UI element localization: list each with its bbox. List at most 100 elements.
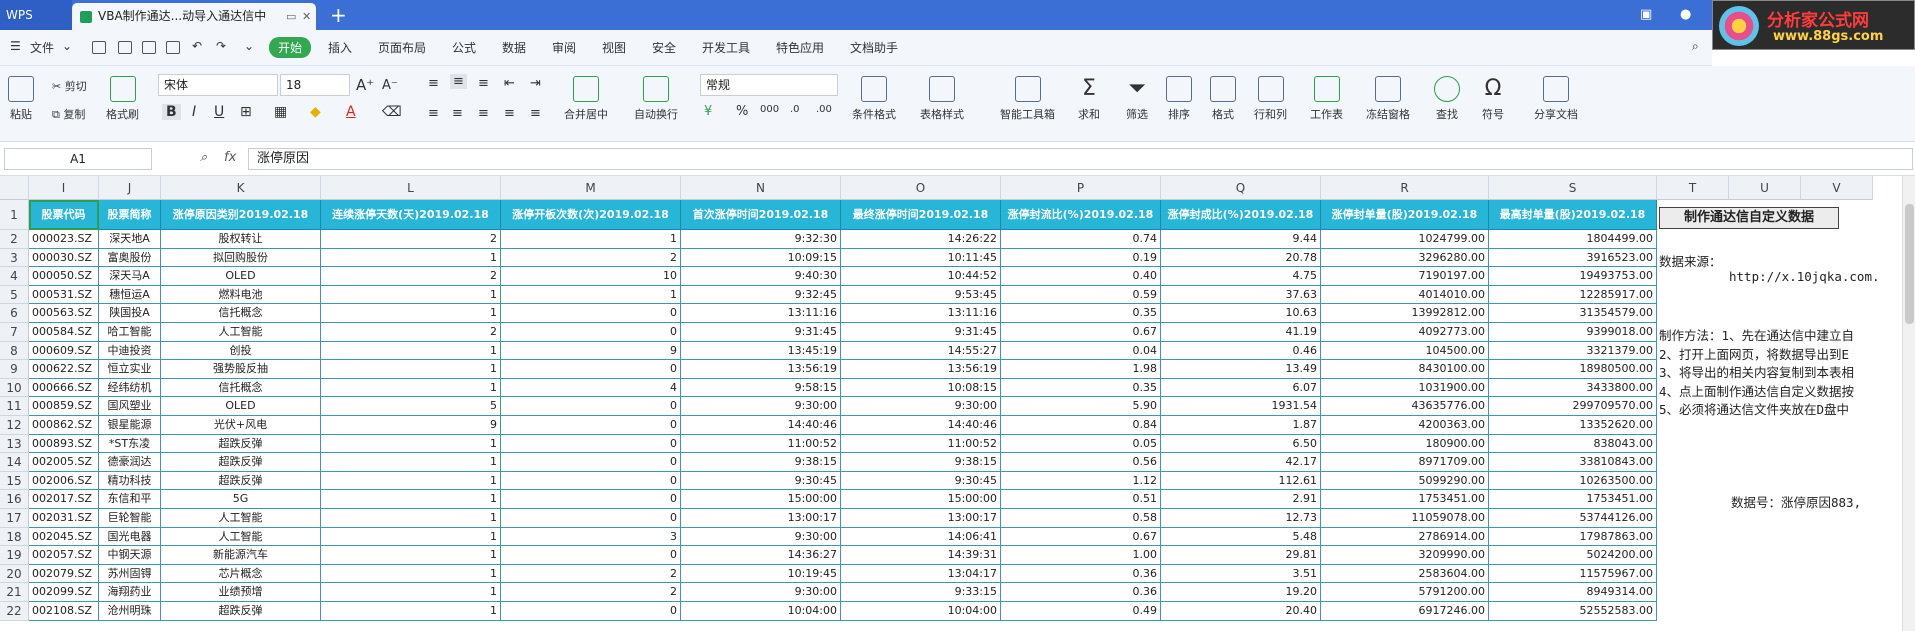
table-cell[interactable]: 4092773.00	[1321, 323, 1489, 342]
bold-button[interactable]: B	[162, 104, 181, 120]
align-right-icon[interactable]: ≡	[478, 106, 489, 121]
table-cell[interactable]: 1	[321, 453, 501, 472]
table-cell[interactable]: 10263500.00	[1489, 471, 1657, 491]
table-cell[interactable]: 0.19	[1001, 248, 1161, 268]
table-cell[interactable]: 1.12	[1001, 471, 1161, 491]
table-cell[interactable]: 13:45:19	[681, 341, 841, 361]
cell-style-icon[interactable]: ▦	[274, 104, 287, 120]
table-cell[interactable]: 深天马A	[99, 267, 161, 286]
table-cell[interactable]: 41.19	[1161, 323, 1321, 342]
fx-icon[interactable]: fx	[224, 150, 236, 165]
table-cell[interactable]: 东信和平	[99, 490, 161, 509]
table-cell[interactable]: 0.51	[1001, 490, 1161, 509]
table-cell[interactable]: 31354579.00	[1489, 304, 1657, 323]
table-cell[interactable]: 002057.SZ	[29, 546, 99, 565]
table-cell[interactable]: 000862.SZ	[29, 416, 99, 435]
table-cell[interactable]: 9:30:45	[681, 471, 841, 491]
table-cell[interactable]: 0.36	[1001, 583, 1161, 602]
table-cell[interactable]: 9:38:15	[841, 453, 1001, 472]
table-cell[interactable]: 9	[321, 416, 501, 435]
row-col-button[interactable]: 行和列	[1254, 76, 1287, 122]
smart-toolbox-button[interactable]: 智能工具箱	[1000, 76, 1055, 122]
table-cell[interactable]: 180900.00	[1321, 434, 1489, 454]
save-icon[interactable]	[92, 41, 106, 54]
row-header[interactable]: 21	[0, 583, 29, 602]
column-header-n[interactable]: N	[681, 176, 841, 200]
scrollbar-thumb[interactable]	[1905, 204, 1914, 324]
italic-button[interactable]: I	[192, 104, 196, 120]
table-cell[interactable]: 0	[501, 471, 681, 491]
table-cell[interactable]: 2	[321, 230, 501, 249]
table-cell[interactable]: 9:30:00	[681, 583, 841, 602]
freeze-panes-button[interactable]: 冻结窗格	[1366, 76, 1410, 122]
row-header[interactable]: 17	[0, 509, 29, 528]
menu-tab-data[interactable]: 数据	[502, 39, 526, 56]
align-left-icon[interactable]: ≡	[428, 106, 439, 121]
document-tab[interactable]: VBA制作通达...动导入通达信中 ▭ ✕	[72, 3, 316, 30]
table-cell[interactable]: 10.63	[1161, 304, 1321, 323]
table-cell[interactable]: 9399018.00	[1489, 323, 1657, 342]
table-cell[interactable]: 14:06:41	[841, 527, 1001, 547]
table-cell[interactable]: 1	[501, 285, 681, 305]
table-cell[interactable]: 12.73	[1161, 509, 1321, 528]
table-cell[interactable]: 000584.SZ	[29, 323, 99, 342]
vertical-scrollbar[interactable]	[1902, 176, 1915, 631]
table-cell[interactable]: 002031.SZ	[29, 509, 99, 528]
table-cell[interactable]: 5099290.00	[1321, 471, 1489, 491]
table-cell[interactable]: 002079.SZ	[29, 564, 99, 584]
table-cell[interactable]: 14:40:46	[841, 416, 1001, 435]
formula-input[interactable]: 涨停原因	[248, 148, 1913, 170]
table-cell[interactable]: 7190197.00	[1321, 267, 1489, 286]
table-cell[interactable]: 9:31:45	[681, 323, 841, 342]
table-cell[interactable]: 29.81	[1161, 546, 1321, 565]
table-cell[interactable]: 838043.00	[1489, 434, 1657, 454]
table-cell[interactable]: 000666.SZ	[29, 378, 99, 398]
make-tdx-custom-data-button[interactable]: 制作通达信自定义数据	[1659, 207, 1839, 229]
table-cell[interactable]: 13992812.00	[1321, 304, 1489, 323]
table-cell[interactable]: 1.00	[1001, 546, 1161, 565]
table-header-cell[interactable]: 涨停开板次数(次)2019.02.18	[501, 200, 681, 230]
worksheet-button[interactable]: 工作表	[1310, 76, 1343, 122]
table-header-cell[interactable]: 股票代码	[29, 200, 99, 230]
table-cell[interactable]: 1753451.00	[1321, 490, 1489, 509]
row-header[interactable]: 3	[0, 248, 29, 268]
table-header-cell[interactable]: 涨停封成比(%)2019.02.18	[1161, 200, 1321, 230]
table-cell[interactable]: 000023.SZ	[29, 230, 99, 249]
format-painter-button[interactable]: 格式刷	[106, 76, 139, 122]
auto-wrap-button[interactable]: 自动换行	[634, 76, 678, 122]
table-cell[interactable]: 4.75	[1161, 267, 1321, 286]
table-cell[interactable]: 11:00:52	[681, 434, 841, 454]
row-header[interactable]: 6	[0, 304, 29, 323]
table-cell[interactable]: 10:44:52	[841, 267, 1001, 286]
table-cell[interactable]: 10	[501, 267, 681, 286]
table-cell[interactable]: 2	[321, 267, 501, 286]
table-cell[interactable]: 17987863.00	[1489, 527, 1657, 547]
column-header-t[interactable]: T	[1657, 176, 1729, 200]
menu-tab-insert[interactable]: 插入	[328, 39, 352, 56]
table-cell[interactable]: 19493753.00	[1489, 267, 1657, 286]
table-cell[interactable]: 2.91	[1161, 490, 1321, 509]
table-cell[interactable]: 6917246.00	[1321, 602, 1489, 621]
table-cell[interactable]: 0.36	[1001, 564, 1161, 584]
table-cell[interactable]: 信托概念	[161, 304, 321, 323]
row-header[interactable]: 16	[0, 490, 29, 509]
table-cell[interactable]: 13:04:17	[841, 564, 1001, 584]
table-cell[interactable]: 0	[501, 360, 681, 379]
align-top-icon[interactable]: ≡	[428, 76, 439, 91]
column-header-k[interactable]: K	[161, 176, 321, 200]
table-cell[interactable]: 15:00:00	[841, 490, 1001, 509]
menu-file[interactable]: 文件	[30, 39, 54, 56]
table-cell[interactable]: 42.17	[1161, 453, 1321, 472]
table-cell[interactable]: 海翔药业	[99, 583, 161, 602]
table-cell[interactable]: 4	[501, 378, 681, 398]
table-cell[interactable]: OLED	[161, 267, 321, 286]
table-cell[interactable]: 14:36:27	[681, 546, 841, 565]
table-cell[interactable]: 2	[501, 248, 681, 268]
table-cell[interactable]: 9:38:15	[681, 453, 841, 472]
table-cell[interactable]: 0.40	[1001, 267, 1161, 286]
row-header[interactable]: 15	[0, 471, 29, 491]
wps-app-button[interactable]: WPS	[0, 0, 72, 30]
decrease-decimal-icon[interactable]: .00	[816, 104, 832, 115]
table-cell[interactable]: 超跌反弹	[161, 602, 321, 621]
menu-tab-page-layout[interactable]: 页面布局	[378, 39, 426, 56]
